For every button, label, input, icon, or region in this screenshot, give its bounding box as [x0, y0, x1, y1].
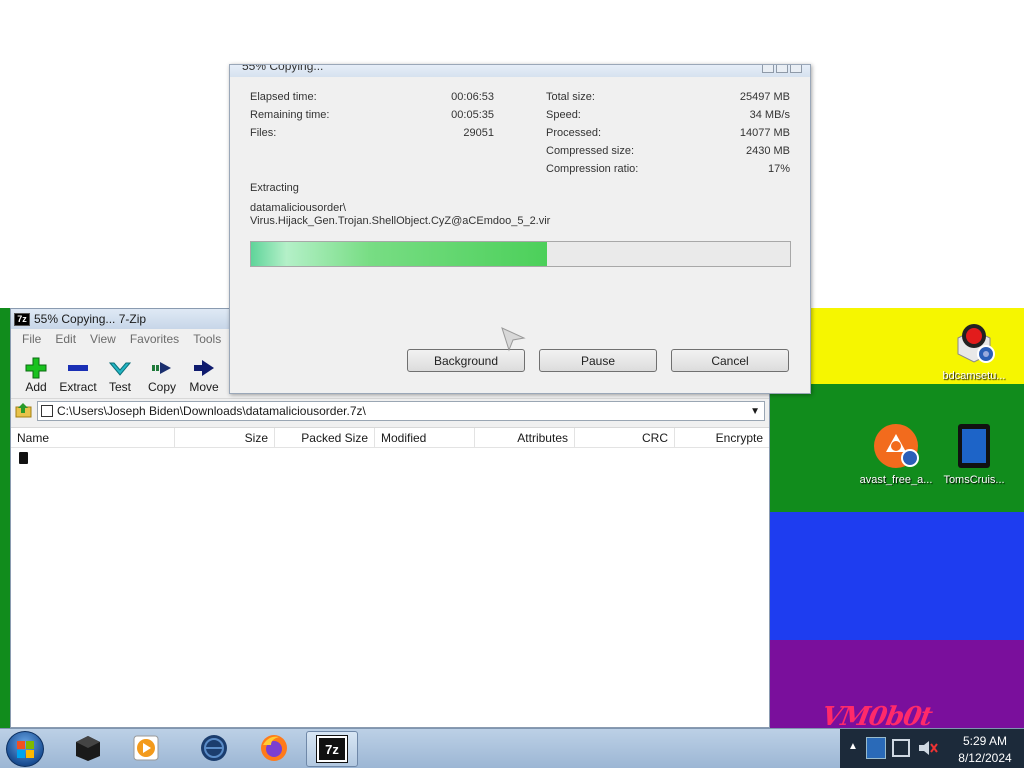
dialog-titlebar[interactable]: 55% Copying...: [230, 65, 810, 77]
desktop-icon-label: TomsCruis...: [943, 474, 1005, 486]
speed-value: 34 MB/s: [749, 109, 790, 121]
pause-button[interactable]: Pause: [539, 349, 657, 372]
desktop-icon-label: bdcamsetu...: [942, 370, 1006, 382]
up-folder-icon[interactable]: [15, 401, 33, 422]
taskbar: 7z ▲ 5:29 AM 8/12/2024: [0, 728, 1024, 768]
move-button[interactable]: Move: [183, 349, 225, 398]
tray-app-icon[interactable]: [866, 737, 886, 759]
folder-icon: [19, 452, 28, 464]
system-tray: ▲ 5:29 AM 8/12/2024: [840, 729, 1024, 768]
column-crc[interactable]: CRC: [575, 428, 675, 447]
7zip-app-icon: 7z: [14, 312, 30, 326]
desktop-icon-tomscruise[interactable]: TomsCruis...: [934, 422, 1014, 486]
total-size-value: 25497 MB: [739, 91, 790, 103]
close-button[interactable]: [790, 65, 802, 73]
start-button[interactable]: [6, 731, 44, 767]
avast-icon: [872, 422, 920, 470]
progress-fill: [251, 242, 548, 266]
minus-icon: [67, 356, 89, 380]
desktop-icon-bdcamsetup[interactable]: bdcamsetu...: [934, 318, 1014, 382]
taskbar-app-media-player[interactable]: [120, 731, 172, 767]
network-icon[interactable]: [892, 739, 910, 757]
chevron-down-icon[interactable]: ▼: [750, 406, 764, 417]
path-input[interactable]: C:\Users\Joseph Biden\Downloads\datamali…: [37, 401, 765, 421]
move-arrow-icon: [193, 356, 215, 380]
column-name[interactable]: Name: [11, 428, 175, 447]
current-file-text: Virus.Hijack_Gen.Trojan.ShellObject.CyZ@…: [250, 215, 551, 227]
files-label: Files:: [250, 127, 277, 139]
extract-label: Extract: [59, 380, 97, 394]
list-item[interactable]: [11, 448, 769, 468]
taskbar-app-globe[interactable]: [188, 731, 240, 767]
cancel-button[interactable]: Cancel: [671, 349, 789, 372]
tablet-icon: [950, 422, 998, 470]
list-header: Name Size Packed Size Modified Attribute…: [11, 428, 769, 448]
column-attributes[interactable]: Attributes: [475, 428, 575, 447]
menu-favorites[interactable]: Favorites: [123, 332, 186, 346]
file-list[interactable]: Name Size Packed Size Modified Attribute…: [11, 427, 769, 727]
menu-file[interactable]: File: [15, 332, 48, 346]
menu-view[interactable]: View: [83, 332, 123, 346]
compression-ratio-value: 17%: [767, 163, 790, 175]
remaining-value: 00:05:35: [451, 109, 494, 121]
files-value: 29051: [463, 127, 494, 139]
volume-muted-icon[interactable]: [916, 737, 938, 762]
column-encrypted[interactable]: Encrypte: [675, 428, 769, 447]
7zip-icon: 7z: [316, 735, 348, 763]
column-size[interactable]: Size: [175, 428, 275, 447]
copy-arrow-icon: [151, 356, 173, 380]
compressed-size-label: Compressed size:: [546, 145, 635, 157]
copy-label: Copy: [147, 380, 176, 394]
record-camera-icon: [950, 318, 998, 366]
move-label: Move: [189, 380, 219, 394]
column-packed-size[interactable]: Packed Size: [275, 428, 375, 447]
check-icon: [109, 356, 131, 380]
speed-label: Speed:: [546, 109, 581, 121]
total-size-label: Total size:: [546, 91, 595, 103]
progress-bar: [250, 241, 791, 267]
extract-button[interactable]: Extract: [57, 349, 99, 398]
column-modified[interactable]: Modified: [375, 428, 475, 447]
remaining-label: Remaining time:: [250, 109, 330, 121]
processed-value: 14077 MB: [739, 127, 790, 139]
test-button[interactable]: Test: [99, 349, 141, 398]
tray-expand-icon[interactable]: ▲: [848, 741, 858, 752]
archive-icon: [41, 405, 53, 417]
taskbar-app-7zip[interactable]: 7z: [306, 731, 358, 767]
desktop-icon-label: avast_free_a...: [859, 474, 933, 486]
address-bar: C:\Users\Joseph Biden\Downloads\datamali…: [11, 399, 769, 423]
current-folder-text: datamaliciousorder\: [250, 202, 346, 214]
mouse-cursor-icon: [500, 326, 526, 355]
firefox-icon: [259, 733, 289, 766]
taskbar-app-explorer[interactable]: [62, 731, 114, 767]
plus-icon: [25, 356, 47, 380]
clock-time[interactable]: 5:29 AM: [950, 734, 1020, 748]
window-controls: [762, 65, 802, 73]
desktop-icon-avast[interactable]: avast_free_a...: [856, 422, 936, 486]
menu-tools[interactable]: Tools: [186, 332, 228, 346]
dialog-title: 55% Copying...: [242, 65, 324, 73]
elapsed-label: Elapsed time:: [250, 91, 317, 103]
media-player-icon: [132, 734, 160, 765]
copy-button[interactable]: Copy: [141, 349, 183, 398]
maximize-button[interactable]: [776, 65, 788, 73]
compressed-size-value: 2430 MB: [745, 145, 790, 157]
elapsed-value: 00:06:53: [451, 91, 494, 103]
status-label: Extracting: [250, 182, 299, 194]
add-label: Add: [25, 380, 47, 394]
compression-ratio-label: Compression ratio:: [546, 163, 639, 175]
file-explorer-icon: [72, 734, 104, 765]
path-text: C:\Users\Joseph Biden\Downloads\datamali…: [57, 404, 366, 418]
taskbar-app-firefox[interactable]: [248, 731, 300, 767]
add-button[interactable]: Add: [15, 349, 57, 398]
minimize-button[interactable]: [762, 65, 774, 73]
menu-edit[interactable]: Edit: [48, 332, 83, 346]
app-globe-icon: [199, 733, 229, 766]
clock-date[interactable]: 8/12/2024: [950, 751, 1020, 765]
test-label: Test: [108, 380, 131, 394]
processed-label: Processed:: [546, 127, 602, 139]
7zip-window-title: 55% Copying... 7-Zip: [34, 312, 147, 326]
wallpaper-stripe-blue: [770, 512, 1024, 640]
